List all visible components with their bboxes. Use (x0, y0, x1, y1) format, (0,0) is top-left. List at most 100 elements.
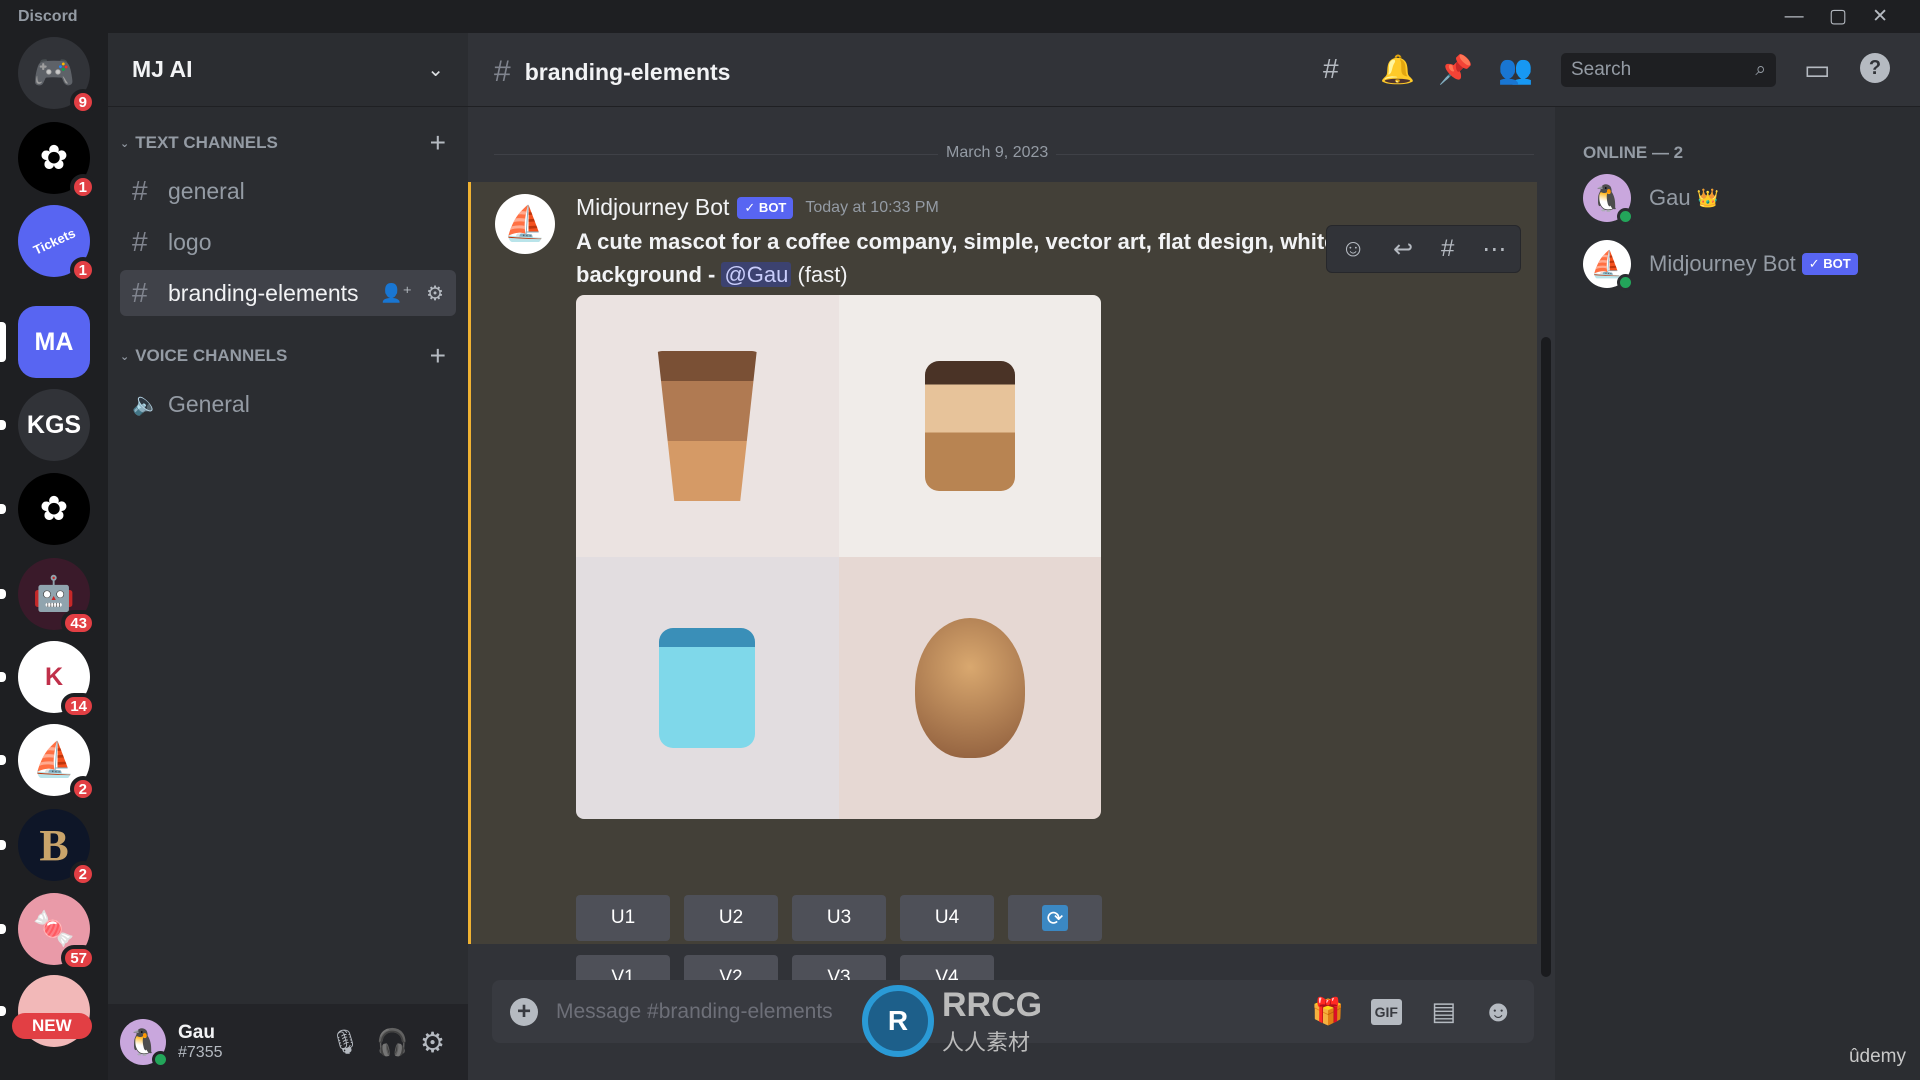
unread-indicator (0, 589, 6, 599)
server-icon[interactable]: MA (0, 306, 90, 378)
server-icon[interactable]: 🍬 57 (0, 893, 96, 971)
author-name[interactable]: Midjourney Bot (576, 194, 729, 221)
inbox-icon[interactable]: ▭ (1804, 53, 1830, 86)
member-list-icon[interactable]: 👥 (1498, 53, 1533, 86)
crown-icon: 👑 (1696, 187, 1720, 208)
member-gau[interactable]: 🐧 Gau 👑 (1583, 174, 1720, 225)
mention[interactable]: @Gau (721, 262, 792, 287)
member-midjourney-bot[interactable]: ⛵ Midjourney Bot ✓ BOT (1583, 240, 1858, 291)
unread-indicator (0, 840, 6, 850)
bot-badge: ✓ BOT (1801, 253, 1858, 275)
member-name: Gau (1649, 185, 1691, 210)
udemy-watermark: ûdemy (1848, 1046, 1906, 1067)
unread-badge: 57 (61, 945, 96, 971)
timestamp: Today at 10:33 PM (805, 198, 939, 216)
pin-icon[interactable]: 📌 (1438, 53, 1473, 86)
hash-icon: # (132, 175, 148, 206)
new-badge: NEW (12, 1013, 92, 1039)
image-cup-mascot-2[interactable] (838, 295, 1101, 557)
sticker-icon[interactable]: ▤ (1431, 996, 1456, 1027)
server-icon[interactable]: ✿ (0, 473, 90, 545)
channel-label: logo (168, 228, 212, 255)
add-channel-icon[interactable]: + (430, 340, 446, 372)
u3-button[interactable]: U3 (792, 895, 886, 941)
headphones-icon[interactable]: 🎧 (376, 1027, 408, 1058)
gear-icon[interactable]: ⚙ (426, 281, 444, 306)
jar-mascot-illustration (659, 628, 756, 748)
u4-button[interactable]: U4 (900, 895, 994, 941)
unread-badge: 1 (69, 257, 96, 283)
openai-icon: ✿ (39, 490, 69, 528)
reroll-button[interactable]: ⟳ (1008, 895, 1102, 941)
gif-icon[interactable]: GIF (1370, 998, 1402, 1025)
scrollbar[interactable] (1541, 337, 1551, 977)
date-label: March 9, 2023 (938, 144, 1057, 162)
server-label: K (44, 662, 64, 691)
microphone-icon[interactable]: 🎙 (330, 1028, 360, 1057)
message-input[interactable]: Message #branding-elements (556, 1000, 833, 1024)
avatar[interactable]: 🐧 (120, 1019, 169, 1068)
channel-general[interactable]: # general (120, 168, 456, 214)
server-icon[interactable]: Tickets 1 (18, 205, 96, 283)
unread-badge: 2 (69, 776, 96, 802)
voice-channels-category[interactable]: ⌄ VOICE CHANNELS + (116, 340, 460, 371)
unread-badge: 14 (61, 693, 96, 719)
unread-indicator (0, 924, 6, 934)
server-header[interactable]: MJ AI ⌄ (108, 33, 468, 107)
settings-icon[interactable]: ⚙ (420, 1026, 445, 1059)
bell-icon[interactable]: 🔔 (1380, 53, 1415, 86)
user-tag: #7355 (178, 1044, 223, 1061)
server-rail: 🎮 9 ✿ 1 Tickets 1 MA KGS ✿ 🤖 43 K 14 ⛵ 2 B 2 🍬 57 NEW (0, 33, 108, 1080)
unread-indicator (0, 420, 6, 430)
more-icon[interactable]: ⋯ (1482, 235, 1506, 264)
online-status-icon (1617, 274, 1634, 291)
hash-icon: # (132, 277, 148, 308)
bot-badge: ✓ BOT (737, 196, 794, 219)
sugar-icon: 🍬 (32, 910, 76, 948)
server-icon[interactable]: ⛵ 2 (0, 724, 96, 802)
hash-icon: # (132, 226, 148, 257)
create-thread-icon[interactable]: # (1441, 235, 1454, 263)
threads-icon[interactable]: # (1323, 53, 1339, 85)
bot-avatar[interactable]: ⛵ (495, 194, 555, 254)
server-icon[interactable]: ✿ 1 (18, 122, 96, 200)
server-icon[interactable]: 🤖 43 (0, 558, 96, 636)
u1-button[interactable]: U1 (576, 895, 670, 941)
add-reaction-icon[interactable]: ☺ (1341, 235, 1366, 263)
server-label: MA (34, 327, 74, 356)
window-controls[interactable]: — ▢ ✕ (1785, 5, 1898, 28)
generated-image-grid[interactable] (576, 295, 1101, 819)
help-icon[interactable]: ? (1860, 53, 1890, 83)
server-icon[interactable]: B2 (0, 809, 96, 887)
user-panel: 🐧 Gau #7355 🎙 🎧 ⚙ (108, 1004, 468, 1080)
cup-mascot-illustration (924, 361, 1015, 491)
chevron-down-icon[interactable]: ⌄ (427, 57, 444, 82)
server-icon[interactable]: NEW (0, 975, 92, 1047)
voice-channel-general[interactable]: 🔈 General (120, 381, 456, 427)
server-icon[interactable]: 🎮 9 (18, 37, 96, 115)
channel-header: # branding-elements # 🔔 📌 👥 Search ⌕ ▭ ? (468, 33, 1920, 107)
server-icon[interactable]: K 14 (0, 641, 96, 719)
server-icon[interactable]: KGS (0, 389, 90, 461)
image-jar-mascot[interactable] (576, 557, 839, 819)
emoji-icon[interactable]: ☻ (1482, 995, 1514, 1029)
image-bean-mascot[interactable] (838, 557, 1101, 819)
server-name: MJ AI (132, 56, 193, 82)
prompt-text: A cute mascot for a coffee company, simp… (576, 229, 1337, 287)
u2-button[interactable]: U2 (684, 895, 778, 941)
text-channels-category[interactable]: ⌄ TEXT CHANNELS + (116, 127, 460, 158)
rrcg-watermark-logo: R RRCG 人人素材 (862, 985, 1042, 1057)
image-cup-mascot[interactable] (576, 295, 839, 557)
channel-logo[interactable]: # logo (120, 219, 456, 265)
member-list: ONLINE — 2 🐧 Gau 👑 ⛵ Midjourney Bot ✓ BOT (1555, 107, 1920, 1080)
reply-icon[interactable]: ↩ (1393, 235, 1413, 264)
online-status-icon (1617, 208, 1634, 225)
search-input[interactable]: Search ⌕ (1561, 53, 1776, 87)
attach-plus-icon[interactable]: + (510, 997, 538, 1026)
unread-badge: 2 (69, 861, 96, 887)
channel-branding-elements[interactable]: # branding-elements 👤⁺ ⚙ (120, 270, 456, 316)
gift-icon[interactable]: 🎁 (1312, 996, 1344, 1027)
add-channel-icon[interactable]: + (430, 127, 446, 159)
invite-icon[interactable]: 👤⁺ (380, 283, 412, 304)
rrcg-logo-icon: R (862, 985, 934, 1057)
